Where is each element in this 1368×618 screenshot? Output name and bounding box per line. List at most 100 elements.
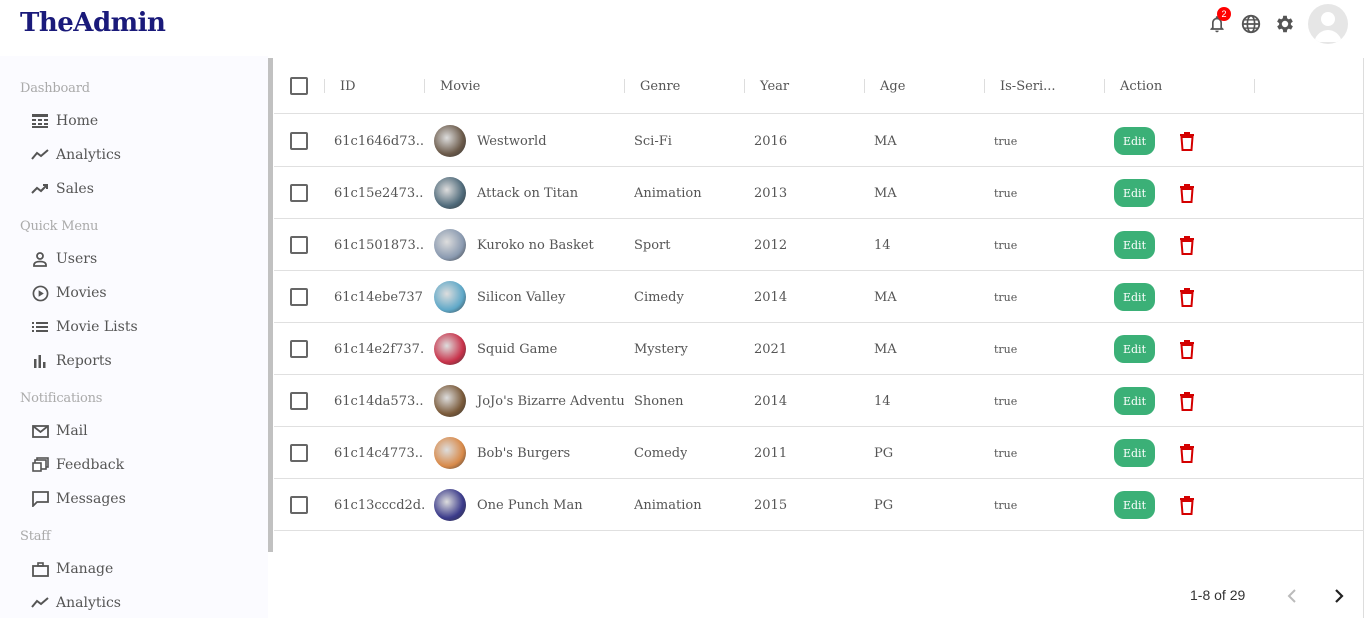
row-checkbox[interactable] bbox=[290, 479, 308, 531]
edit-button[interactable]: Edit bbox=[1114, 127, 1155, 155]
sidebar-item-analytics[interactable]: Analytics bbox=[0, 138, 268, 172]
cell-age: MA bbox=[874, 185, 897, 201]
edit-button[interactable]: Edit bbox=[1114, 335, 1155, 363]
sidebar-item-label: Feedback bbox=[56, 457, 125, 473]
cell-id: 61c14ebe737... bbox=[334, 289, 424, 305]
row-checkbox[interactable] bbox=[290, 219, 308, 271]
sidebar-item-mail[interactable]: Mail bbox=[0, 414, 268, 448]
data-grid: ID Movie Genre Year Age Is-Seri... Actio… bbox=[274, 58, 1364, 618]
message-icon bbox=[31, 490, 49, 508]
sidebar-item-manage[interactable]: Manage bbox=[0, 552, 268, 586]
delete-icon[interactable] bbox=[1176, 494, 1198, 516]
delete-icon[interactable] bbox=[1176, 182, 1198, 204]
sidebar-item-sales[interactable]: Sales bbox=[0, 172, 268, 206]
delete-icon[interactable] bbox=[1176, 338, 1198, 360]
cell-action: Edit bbox=[1114, 323, 1198, 375]
feedback-icon bbox=[31, 456, 49, 474]
movie-thumbnail bbox=[434, 385, 466, 417]
row-checkbox[interactable] bbox=[290, 271, 308, 323]
column-header-genre[interactable]: Genre bbox=[640, 58, 680, 114]
column-header-movie[interactable]: Movie bbox=[440, 58, 480, 114]
edit-button[interactable]: Edit bbox=[1114, 179, 1155, 207]
table-row[interactable]: 61c13cccd2d... One Punch Man Animation 2… bbox=[274, 479, 1364, 531]
edit-button[interactable]: Edit bbox=[1114, 439, 1155, 467]
column-header-year[interactable]: Year bbox=[760, 58, 789, 114]
column-header-action[interactable]: Action bbox=[1120, 58, 1162, 114]
cell-id: 61c14da573... bbox=[334, 393, 424, 409]
bell-icon[interactable]: 2 bbox=[1204, 7, 1231, 37]
cell-is-series: true bbox=[994, 134, 1018, 148]
cell-action: Edit bbox=[1114, 271, 1198, 323]
sidebar-item-label: Analytics bbox=[56, 595, 121, 611]
cell-id: 61c15e2473... bbox=[334, 185, 424, 201]
sidebar-item-users[interactable]: Users bbox=[0, 242, 268, 276]
sidebar-item-feedback[interactable]: Feedback bbox=[0, 448, 268, 482]
table-row[interactable]: 61c1646d73... Westworld Sci-Fi 2016 MA t… bbox=[274, 115, 1364, 167]
movie-title: Westworld bbox=[477, 133, 547, 149]
row-checkbox[interactable] bbox=[290, 115, 308, 167]
cell-age: 14 bbox=[874, 393, 891, 409]
avatar[interactable] bbox=[1308, 4, 1348, 44]
cell-age: MA bbox=[874, 289, 897, 305]
delete-icon[interactable] bbox=[1176, 286, 1198, 308]
table-row[interactable]: 61c14e2f737... Squid Game Mystery 2021 M… bbox=[274, 323, 1364, 375]
row-checkbox[interactable] bbox=[290, 375, 308, 427]
movie-thumbnail bbox=[434, 229, 466, 261]
cell-id: 61c14c4773... bbox=[334, 445, 424, 461]
movie-title: JoJo's Bizarre Adventure: S bbox=[477, 393, 624, 409]
cell-genre: Mystery bbox=[634, 341, 688, 357]
cell-movie: Silicon Valley bbox=[434, 271, 624, 323]
table-row[interactable]: 61c14ebe737... Silicon Valley Cimedy 201… bbox=[274, 271, 1364, 323]
sidebar-item-label: Sales bbox=[56, 181, 94, 197]
cell-movie: One Punch Man bbox=[434, 479, 624, 531]
table-row[interactable]: 61c14da573... JoJo's Bizarre Adventure: … bbox=[274, 375, 1364, 427]
sidebar-item-label: Analytics bbox=[56, 147, 121, 163]
edit-button[interactable]: Edit bbox=[1114, 387, 1155, 415]
sidebar-section-title: Notifications bbox=[20, 391, 103, 406]
cell-genre: Cimedy bbox=[634, 289, 684, 305]
delete-icon[interactable] bbox=[1176, 390, 1198, 412]
sidebar-item-label: Home bbox=[56, 113, 99, 129]
column-header-age[interactable]: Age bbox=[880, 58, 905, 114]
table-row[interactable]: 61c15e2473... Attack on Titan Animation … bbox=[274, 167, 1364, 219]
sidebar-item-movie-lists[interactable]: Movie Lists bbox=[0, 310, 268, 344]
cell-movie: Kuroko no Basket bbox=[434, 219, 624, 271]
row-checkbox[interactable] bbox=[290, 167, 308, 219]
gear-icon[interactable] bbox=[1272, 11, 1298, 37]
trend-icon bbox=[31, 146, 49, 164]
chevron-left-icon[interactable] bbox=[1280, 584, 1304, 608]
sidebar-item-home[interactable]: Home bbox=[0, 104, 268, 138]
cell-year: 2016 bbox=[754, 133, 788, 149]
edit-button[interactable]: Edit bbox=[1114, 283, 1155, 311]
sidebar-item-reports[interactable]: Reports bbox=[0, 344, 268, 378]
select-all-checkbox[interactable] bbox=[290, 58, 308, 114]
edit-button[interactable]: Edit bbox=[1114, 231, 1155, 259]
cell-action: Edit bbox=[1114, 219, 1198, 271]
column-header-id[interactable]: ID bbox=[340, 58, 356, 114]
row-checkbox[interactable] bbox=[290, 323, 308, 375]
cell-is-series: true bbox=[994, 238, 1018, 252]
sidebar-item-movies[interactable]: Movies bbox=[0, 276, 268, 310]
cell-genre: Animation bbox=[634, 497, 702, 513]
delete-icon[interactable] bbox=[1176, 442, 1198, 464]
delete-icon[interactable] bbox=[1176, 130, 1198, 152]
table-row[interactable]: 61c14c4773... Bob's Burgers Comedy 2011 … bbox=[274, 427, 1364, 479]
cell-id: 61c14e2f737... bbox=[334, 341, 424, 357]
sidebar-scrollbar[interactable] bbox=[268, 58, 273, 552]
sidebar-item-staff-analytics[interactable]: Analytics bbox=[0, 586, 268, 618]
cell-genre: Sci-Fi bbox=[634, 133, 672, 149]
cell-is-series: true bbox=[994, 186, 1018, 200]
user-icon bbox=[31, 250, 49, 268]
chevron-right-icon[interactable] bbox=[1327, 584, 1351, 608]
column-header-is-series[interactable]: Is-Seri... bbox=[1000, 58, 1056, 114]
edit-button[interactable]: Edit bbox=[1114, 491, 1155, 519]
home-icon bbox=[31, 112, 49, 130]
sidebar-item-messages[interactable]: Messages bbox=[0, 482, 268, 516]
row-checkbox[interactable] bbox=[290, 427, 308, 479]
delete-icon[interactable] bbox=[1176, 234, 1198, 256]
pagination: 1-8 of 29 bbox=[274, 578, 1364, 618]
briefcase-icon bbox=[31, 560, 49, 578]
app-logo[interactable]: TheAdmin bbox=[20, 8, 166, 38]
table-row[interactable]: 61c1501873... Kuroko no Basket Sport 201… bbox=[274, 219, 1364, 271]
globe-icon[interactable] bbox=[1238, 11, 1264, 37]
